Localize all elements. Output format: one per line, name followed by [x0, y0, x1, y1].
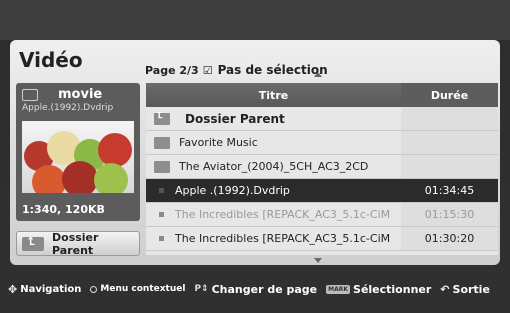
list-item-file[interactable]: The Incredibles [REPACK_AC3_5.1c-CiM 01:…: [146, 227, 498, 251]
navigation-icon: ✥: [8, 282, 18, 296]
list-item-file[interactable]: The Incredibles [REPACK_AC3_5.1c-CiM 01:…: [146, 203, 498, 227]
ok-button-icon: [90, 285, 98, 293]
mark-button-icon: MARK: [326, 284, 351, 294]
list-item-label: The Incredibles [REPACK_AC3_5.1c-CiM: [175, 208, 391, 221]
preview-type: movie: [58, 87, 103, 102]
page-title: Vidéo: [19, 48, 83, 72]
list-item-label: The Aviator_(2004)_5CH_AC3_2CD: [179, 160, 369, 173]
folder-icon: [154, 160, 170, 173]
list-item-file-selected[interactable]: Apple .(1992).Dvdrip 01:34:45: [146, 179, 498, 203]
top-strip: [0, 0, 510, 40]
page-indicator: Page 2/3: [145, 63, 199, 77]
list-item-label: Apple .(1992).Dvdrip: [175, 184, 290, 197]
list-item-label: Dossier Parent: [185, 111, 285, 126]
file-bullet-icon: [159, 188, 164, 193]
folder-icon: [154, 136, 170, 149]
file-list: Titre Durée Dossier Parent Favorite Musi…: [146, 83, 498, 255]
column-title: Titre: [258, 88, 289, 102]
footer-page-label: Changer de page: [211, 282, 318, 296]
list-item-folder[interactable]: Favorite Music: [146, 131, 498, 155]
preview-info: 1:340, 120KB: [22, 203, 105, 216]
back-icon: ↶: [440, 282, 450, 296]
selection-status: Pas de sélection: [217, 63, 328, 77]
footer-navigation: ✥ Navigation: [8, 283, 81, 296]
list-item-folder[interactable]: The Aviator_(2004)_5CH_AC3_2CD: [146, 155, 498, 179]
footer-exit-label: Sortie: [452, 282, 490, 296]
preview-panel: movie Apple.(1992).Dvdrip 1:340, 120KB: [16, 83, 140, 221]
footer-bar: ✥ Navigation Menu contextuel P⇕ Changer …: [0, 265, 510, 313]
parent-folder-label: Dossier Parent: [52, 230, 99, 257]
footer-page-change: P⇕ Changer de page: [194, 283, 317, 296]
page-info: Page 2/3 ☑ Pas de sélection: [145, 63, 328, 77]
list-item-duration: 01:30:20: [424, 232, 475, 245]
list-item-duration: 01:15:30: [424, 208, 475, 221]
list-item-label: Favorite Music: [179, 136, 258, 149]
movie-icon: [22, 89, 38, 101]
list-item-duration: 01:34:45: [424, 184, 475, 197]
folder-up-icon: [22, 235, 44, 251]
footer-context-label: Menu contextuel: [100, 284, 186, 294]
preview-filename: Apple.(1992).Dvdrip: [22, 103, 114, 113]
file-bullet-icon: [159, 212, 164, 217]
footer-context-menu: Menu contextuel: [90, 284, 185, 294]
folder-up-icon: [154, 112, 170, 125]
file-bullet-icon: [159, 236, 164, 241]
parent-folder-button[interactable]: Dossier Parent: [16, 230, 140, 257]
list-item-parent-folder[interactable]: Dossier Parent: [146, 107, 498, 131]
scroll-down-icon[interactable]: [314, 258, 322, 263]
column-duration: Durée: [401, 83, 498, 107]
list-item-label: The Incredibles [REPACK_AC3_5.1c-CiM: [175, 232, 391, 245]
check-icon: ☑: [202, 63, 213, 77]
footer-select: MARK Sélectionner: [326, 283, 431, 296]
page-change-icon: P⇕: [194, 284, 209, 294]
scroll-up-icon[interactable]: [314, 72, 322, 77]
footer-navigation-label: Navigation: [20, 283, 82, 295]
footer-exit: ↶ Sortie: [440, 283, 490, 296]
preview-thumbnail: [22, 121, 134, 193]
list-header: Titre Durée: [146, 83, 498, 107]
footer-select-label: Sélectionner: [353, 282, 432, 296]
